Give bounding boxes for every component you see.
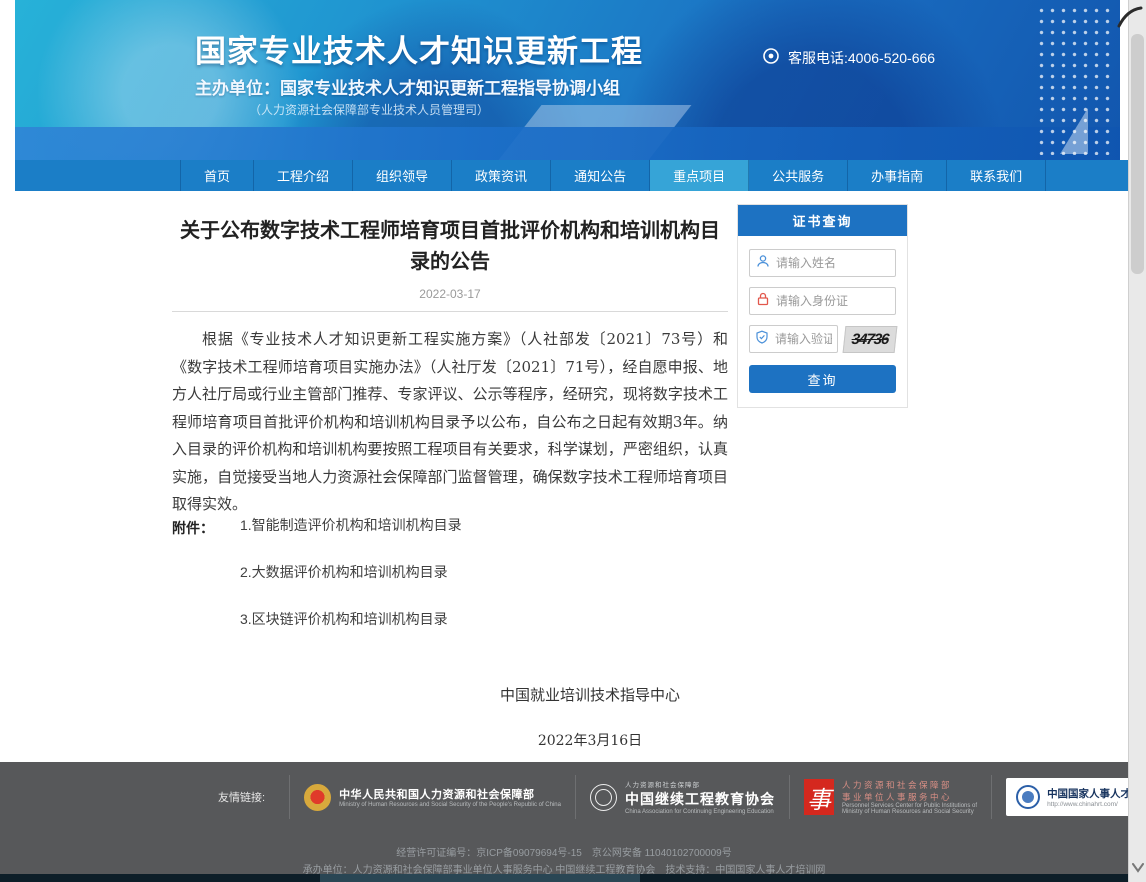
certificate-query-panel: 证书查询: [737, 204, 908, 408]
name-input[interactable]: [776, 256, 889, 270]
shi-glyph-icon: 事: [804, 779, 834, 815]
page: 国家专业技术人才知识更新工程 主办单位：国家专业技术人才知识更新工程指导协调小组…: [0, 0, 1146, 882]
footer-separator: [289, 775, 290, 819]
nav-item-project-intro[interactable]: 工程介绍: [254, 160, 353, 191]
cacee-seal-icon: [590, 784, 617, 811]
friend-links-row: 友情链接: 中华人民共和国人力资源和社会保障部 Ministry of Huma…: [218, 775, 1146, 819]
hotline-text: 客服电话:4006-520-666: [788, 48, 935, 68]
person-icon: [756, 254, 770, 273]
nav-item-home[interactable]: 首页: [180, 160, 254, 191]
psc-name-2: 事业单位人事服务中心: [842, 791, 977, 803]
friend-links-label: 友情链接:: [218, 789, 265, 805]
main-nav: 首页 工程介绍 组织领导 政策资讯 通知公告 重点项目 公共服务 办事指南 联系…: [15, 160, 1128, 191]
cacee-dept: 人力资源和社会保障部: [625, 779, 775, 789]
nav-item-public-services[interactable]: 公共服务: [749, 160, 848, 191]
mohrss-name-en: Ministry of Human Resources and Social S…: [339, 802, 561, 808]
id-number-input[interactable]: [776, 294, 889, 308]
scrollbar[interactable]: [1128, 0, 1146, 882]
footer-separator: [575, 775, 576, 819]
attachment-link-blockchain[interactable]: 3.区块链评价机构和培训机构目录: [240, 612, 462, 626]
attachment-link-big-data[interactable]: 2.大数据评价机构和培训机构目录: [240, 565, 462, 579]
name-field-row: [749, 249, 896, 277]
banner-bottom-band: [15, 127, 1120, 160]
query-submit-button[interactable]: 查询: [749, 365, 896, 393]
site-title: 国家专业技术人才知识更新工程: [195, 26, 643, 71]
article-body: 根据《专业技术人才知识更新工程实施方案》（人社部发〔2021〕73号）和《数字技…: [172, 326, 728, 519]
captcha-input[interactable]: [775, 332, 832, 346]
bottom-edge-strip-segment: [320, 874, 640, 882]
nav-item-key-projects[interactable]: 重点项目: [650, 160, 749, 191]
nav-item-policy-news[interactable]: 政策资讯: [452, 160, 551, 191]
footer-separator: [789, 775, 790, 819]
lock-icon: [756, 292, 770, 311]
article-signature: 中国就业培训技术指导中心: [430, 684, 750, 705]
cacee-name: 中国继续工程教育协会: [625, 789, 775, 809]
footer-separator: [991, 775, 992, 819]
service-hotline: 客服电话:4006-520-666: [762, 47, 935, 68]
icp-license-line: 经营许可证编号：京ICP备09079694号-15 京公网安备 11040102…: [0, 844, 1128, 859]
shield-check-icon: [755, 330, 769, 349]
nav-item-contact[interactable]: 联系我们: [947, 160, 1046, 191]
attachments-label: 附件：: [172, 518, 240, 659]
captcha-field-row: [749, 325, 838, 353]
cnptt-logo-link[interactable]: 中国国家人事人才培训网 http://www.chinahrt.com/: [1006, 778, 1146, 816]
attachments-block: 附件： 1.智能制造评价机构和培训机构目录 2.大数据评价机构和培训机构目录 3…: [172, 518, 462, 659]
scroll-up-arrow[interactable]: [1113, 2, 1146, 35]
divider: [172, 311, 728, 312]
cacee-logo-link[interactable]: 人力资源和社会保障部 中国继续工程教育协会 China Association …: [590, 779, 775, 815]
national-emblem-icon: [304, 784, 331, 811]
mohrss-name: 中华人民共和国人力资源和社会保障部: [339, 786, 561, 802]
attachment-link-smart-manufacturing[interactable]: 1.智能制造评价机构和培训机构目录: [240, 518, 462, 532]
scroll-down-arrow[interactable]: [1130, 861, 1146, 880]
headset-icon: [762, 47, 780, 68]
scrollbar-thumb[interactable]: [1131, 34, 1144, 274]
attachments-list: 1.智能制造评价机构和培训机构目录 2.大数据评价机构和培训机构目录 3.区块链…: [240, 518, 462, 659]
psc-name-1: 人力资源和社会保障部: [842, 779, 977, 791]
psc-name-en-2: Ministry of Human Resources and Social S…: [842, 809, 977, 815]
nav-item-leadership[interactable]: 组织领导: [353, 160, 452, 191]
psc-logo-link[interactable]: 事 人力资源和社会保障部 事业单位人事服务中心 Personnel Servic…: [804, 779, 977, 815]
captcha-image[interactable]: 34736: [843, 326, 898, 353]
bottom-edge-strip: [0, 874, 1128, 882]
nav-item-notices[interactable]: 通知公告: [551, 160, 650, 191]
query-panel-body: 34736 查询: [738, 236, 907, 393]
cnptt-seal-icon: [1016, 785, 1040, 809]
article-sign-date: 2022年3月16日: [430, 730, 750, 750]
site-organizer-dept: （人力资源社会保障部专业技术人员管理司）: [249, 101, 489, 118]
site-banner: 国家专业技术人才知识更新工程 主办单位：国家专业技术人才知识更新工程指导协调小组…: [15, 0, 1120, 160]
mohrss-logo-link[interactable]: 中华人民共和国人力资源和社会保障部 Ministry of Human Reso…: [304, 784, 561, 811]
captcha-row: 34736: [749, 325, 896, 353]
query-panel-title: 证书查询: [738, 205, 907, 236]
nav-item-guide[interactable]: 办事指南: [848, 160, 947, 191]
id-field-row: [749, 287, 896, 315]
site-organizer: 主办单位：国家专业技术人才知识更新工程指导协调小组: [195, 74, 620, 99]
dots-pattern-decoration: [1036, 5, 1116, 155]
article-date: 2022-03-17: [172, 287, 728, 301]
cacee-name-en: China Association for Continuing Enginee…: [625, 809, 775, 815]
page-footer: 友情链接: 中华人民共和国人力资源和社会保障部 Ministry of Huma…: [0, 762, 1128, 874]
article-title: 关于公布数字技术工程师培育项目首批评价机构和培训机构目录的公告: [172, 216, 728, 278]
